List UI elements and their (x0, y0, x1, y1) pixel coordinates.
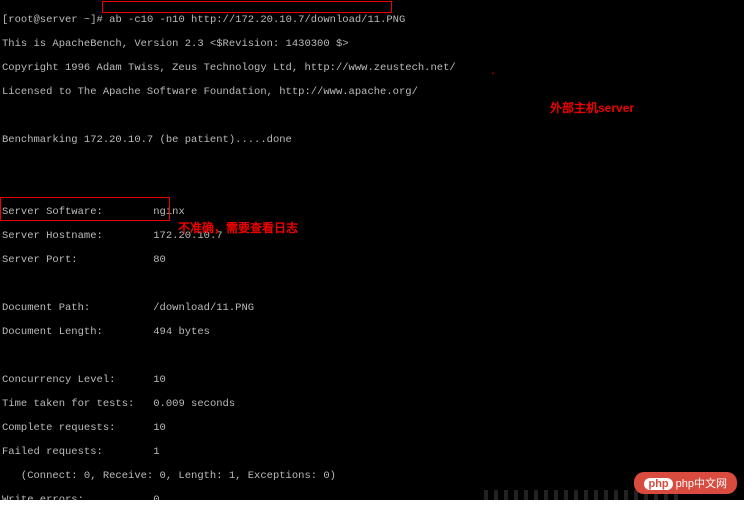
red-dot-icon: . (490, 66, 496, 78)
blank (2, 278, 744, 290)
terminal-window[interactable]: [root@server ~]# ab -c10 -n10 http://172… (0, 0, 744, 500)
watermark-text: php中文网 (676, 478, 727, 490)
stat-server-software: Server Software: nginx (2, 206, 744, 218)
php-icon: php (644, 478, 672, 490)
stat-complete: Complete requests: 10 (2, 422, 744, 434)
stat-time-taken: Time taken for tests: 0.009 seconds (2, 398, 744, 410)
prompt-line[interactable]: [root@server ~]# ab -c10 -n10 http://172… (2, 14, 744, 26)
stat-doc-len: Document Length: 494 bytes (2, 326, 744, 338)
prompt: [root@server ~]# (2, 14, 103, 26)
stat-server-hostname: Server Hostname: 172.20.10.7 (2, 230, 744, 242)
stat-failed-detail: (Connect: 0, Receive: 0, Length: 1, Exce… (2, 470, 744, 482)
stat-server-port: Server Port: 80 (2, 254, 744, 266)
blank (2, 350, 744, 362)
annotation-external-host: 外部主机server (550, 102, 634, 114)
command-text: ab -c10 -n10 http://172.20.10.7/download… (109, 14, 405, 26)
stat-failed: Failed requests: 1 (2, 446, 744, 458)
header-line-3: Licensed to The Apache Software Foundati… (2, 86, 744, 98)
annotation-inaccurate: 不准确，需要查看日志 (178, 222, 298, 234)
highlight-box-command (102, 1, 392, 13)
bench-line: Benchmarking 172.20.10.7 (be patient)...… (2, 134, 744, 146)
stat-conc: Concurrency Level: 10 (2, 374, 744, 386)
stat-doc-path: Document Path: /download/11.PNG (2, 302, 744, 314)
header-line-1: This is ApacheBench, Version 2.3 <$Revis… (2, 38, 744, 50)
header-line-2: Copyright 1996 Adam Twiss, Zeus Technolo… (2, 62, 744, 74)
blank (2, 182, 744, 194)
watermark-badge: php php中文网 (634, 472, 737, 494)
blank (2, 158, 744, 170)
